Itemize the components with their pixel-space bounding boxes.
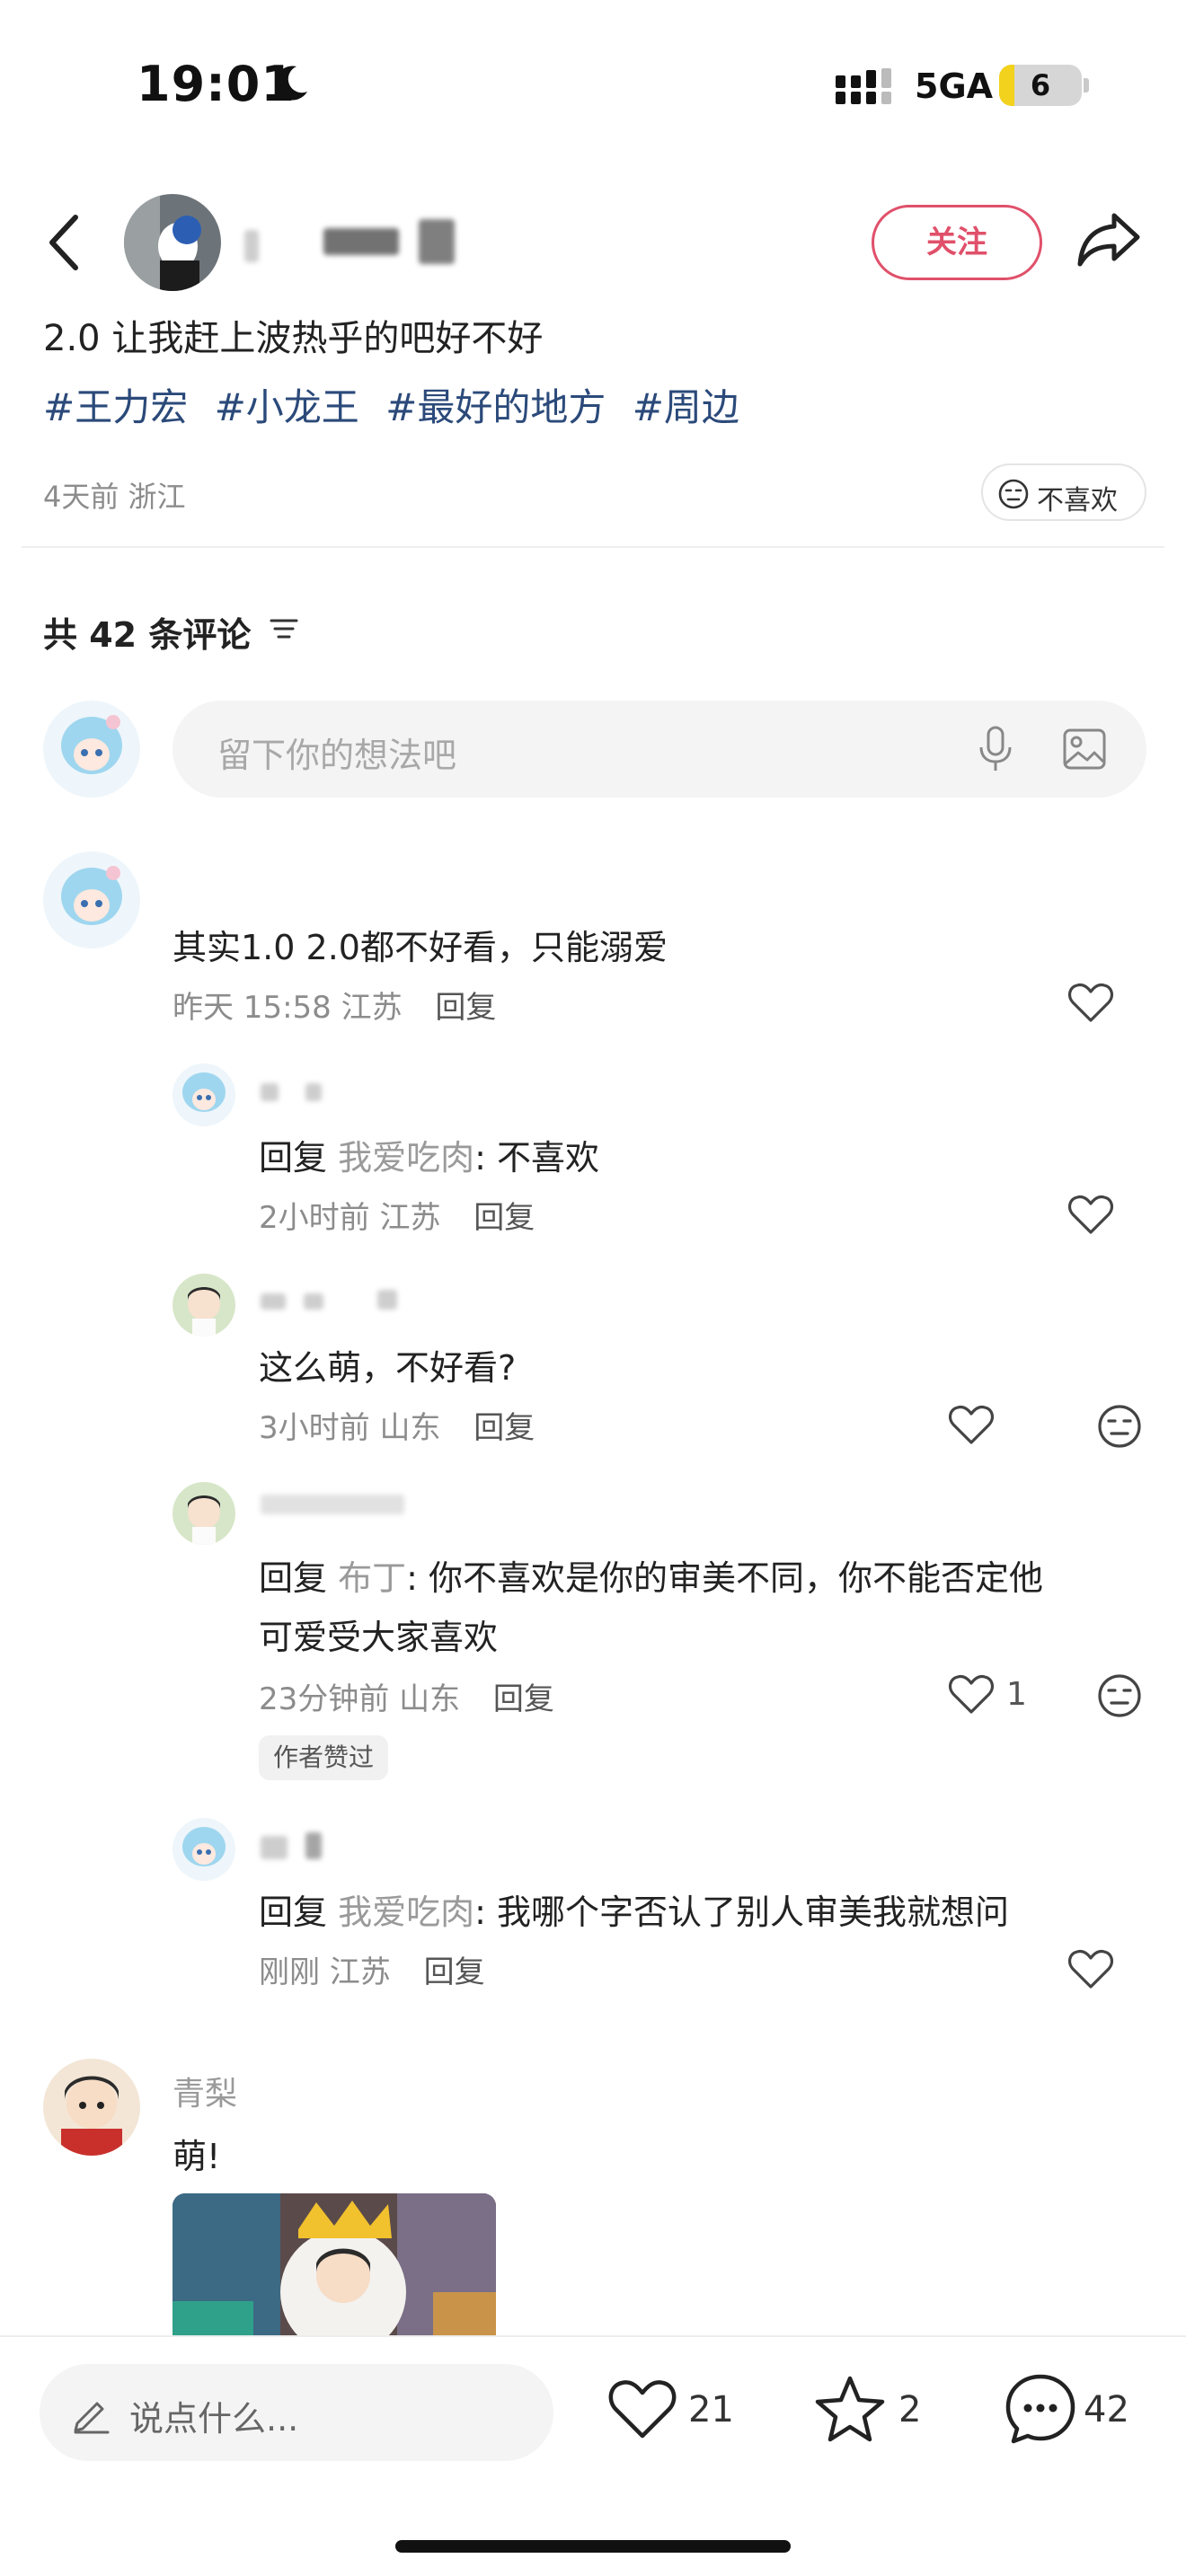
heart-icon[interactable]: [948, 1405, 995, 1446]
pencil-icon: [74, 2402, 110, 2434]
microphone-icon[interactable]: [978, 726, 1013, 772]
reply-time-location: 23分钟前 山东: [259, 1681, 461, 1717]
reply-button[interactable]: 回复: [474, 1410, 535, 1446]
network-type: 5GA: [915, 66, 994, 106]
comment-input[interactable]: 留下你的想法吧: [173, 701, 1146, 798]
username-redacted: [305, 1832, 322, 1859]
reply-keyword: 回复: [259, 1892, 328, 1932]
heart-icon[interactable]: [1067, 983, 1114, 1024]
author-badge-redacted: [419, 219, 455, 264]
back-icon[interactable]: [43, 212, 86, 273]
author-name-redacted: [323, 228, 399, 255]
username-redacted: [261, 1083, 279, 1101]
comment-meta: 昨天 15:58 江苏 回复: [173, 983, 496, 1027]
reply-body: : 不喜欢: [474, 1138, 600, 1178]
reply-text: 回复 布丁: 你不喜欢是你的审美不同，你不能否定他: [259, 1550, 1043, 1600]
sort-icon[interactable]: [268, 614, 300, 643]
comment-photo[interactable]: [173, 2193, 496, 2337]
heart-icon[interactable]: [1067, 1195, 1114, 1236]
signal-icon: [836, 68, 891, 104]
image-icon[interactable]: [1062, 728, 1107, 771]
reply-keyword: 回复: [259, 1558, 328, 1598]
reply-to-user[interactable]: 我爱吃肉: [338, 1892, 474, 1932]
reply-to-user[interactable]: 我爱吃肉: [338, 1138, 474, 1178]
replier-avatar[interactable]: [173, 1063, 235, 1126]
say-something-input[interactable]: 说点什么...: [40, 2364, 553, 2461]
dislike-button[interactable]: 不喜欢: [981, 463, 1146, 521]
divider: [22, 546, 1164, 548]
comment-input-placeholder: 留下你的想法吧: [217, 736, 457, 775]
post-tags: #王力宏 #小龙王 #最好的地方 #周边: [43, 377, 754, 432]
comment-text: 萌!: [173, 2137, 221, 2176]
tag-link[interactable]: #王力宏: [43, 385, 188, 429]
share-icon[interactable]: [1075, 208, 1143, 271]
star-icon[interactable]: [814, 2375, 886, 2443]
heart-icon[interactable]: [1067, 1949, 1114, 1990]
reply-to-user[interactable]: 布丁: [338, 1558, 406, 1598]
username-redacted: [305, 1083, 322, 1101]
reply-time-location: 刚刚 江苏: [259, 1954, 391, 1990]
reply-text: 回复 我爱吃肉: 我哪个字否认了别人审美我就想问: [259, 1884, 1009, 1934]
author-name-redacted: [244, 230, 259, 262]
reply-body: : 我哪个字否认了别人审美我就想问: [474, 1892, 1010, 1932]
reply-meta: 2小时前 江苏 回复: [259, 1193, 535, 1237]
like-heart-icon[interactable]: [607, 2378, 677, 2441]
post-meta: 4天前 浙江: [43, 480, 186, 514]
moon-icon: [275, 66, 307, 101]
reply-button[interactable]: 回复: [493, 1681, 554, 1717]
comment-total: 42: [1084, 2389, 1129, 2430]
username-redacted: [261, 1293, 286, 1310]
reply-meta: 23分钟前 山东 回复: [259, 1674, 554, 1718]
reply-text-continued: 可爱受大家喜欢: [259, 1618, 499, 1657]
replier-avatar[interactable]: [173, 1274, 235, 1337]
replier-avatar[interactable]: [173, 1482, 235, 1545]
reply-meta: 刚刚 江苏 回复: [259, 1947, 485, 1991]
username-redacted: [377, 1290, 397, 1310]
follow-button[interactable]: 关注: [872, 205, 1042, 280]
reply-text: 这么萌，不好看?: [259, 1348, 517, 1388]
reply-button[interactable]: 回复: [424, 1954, 485, 1990]
comment-count: 共 42 条评论: [43, 615, 252, 655]
author-avatar[interactable]: [124, 194, 221, 291]
meh-face-icon[interactable]: [1096, 1672, 1143, 1719]
comment-text: 其实1.0 2.0都不好看，只能溺爱: [173, 928, 668, 967]
commenter-name[interactable]: 青梨: [173, 2068, 237, 2114]
reply-body: : 你不喜欢是你的审美不同，你不能否定他: [406, 1558, 1044, 1598]
battery-level: 6: [1030, 68, 1051, 102]
tag-link[interactable]: #小龙王: [215, 385, 359, 429]
reply-button[interactable]: 回复: [435, 990, 496, 1026]
star-count: 2: [898, 2389, 922, 2430]
meh-face-icon[interactable]: [1096, 1403, 1143, 1450]
reply-time-location: 2小时前 江苏: [259, 1200, 441, 1236]
reply-meta: 3小时前 山东 回复: [259, 1403, 535, 1447]
tag-link[interactable]: #最好的地方: [385, 385, 606, 429]
username-redacted: [261, 1495, 404, 1514]
post-text: 2.0 让我赶上波热乎的吧好不好: [43, 318, 544, 359]
reply-button[interactable]: 回复: [474, 1200, 535, 1236]
home-indicator: [395, 2540, 791, 2553]
like-count: 21: [688, 2389, 734, 2430]
username-redacted: [304, 1293, 323, 1310]
commenter-avatar[interactable]: [43, 2059, 140, 2156]
reply-text: 回复 我爱吃肉: 不喜欢: [259, 1130, 599, 1179]
reply-time-location: 3小时前 山东: [259, 1410, 441, 1446]
say-something-placeholder: 说点什么...: [129, 2399, 299, 2439]
replier-avatar[interactable]: [173, 1818, 235, 1881]
meh-face-icon: [998, 479, 1029, 509]
dislike-label: 不喜欢: [1037, 485, 1118, 516]
username-redacted: [261, 1836, 288, 1859]
comment-time-location: 昨天 15:58 江苏: [173, 990, 403, 1026]
reply-keyword: 回复: [259, 1138, 328, 1178]
battery-cap: [1084, 78, 1089, 93]
my-avatar: [43, 701, 140, 798]
tag-link[interactable]: #周边: [633, 385, 739, 429]
author-liked-badge: 作者赞过: [259, 1735, 389, 1780]
commenter-avatar[interactable]: [43, 851, 140, 948]
battery-indicator: 6: [999, 65, 1082, 106]
comment-bubble-icon[interactable]: [1003, 2371, 1078, 2447]
heart-icon[interactable]: [948, 1674, 995, 1716]
like-count: 1: [1006, 1676, 1027, 1713]
